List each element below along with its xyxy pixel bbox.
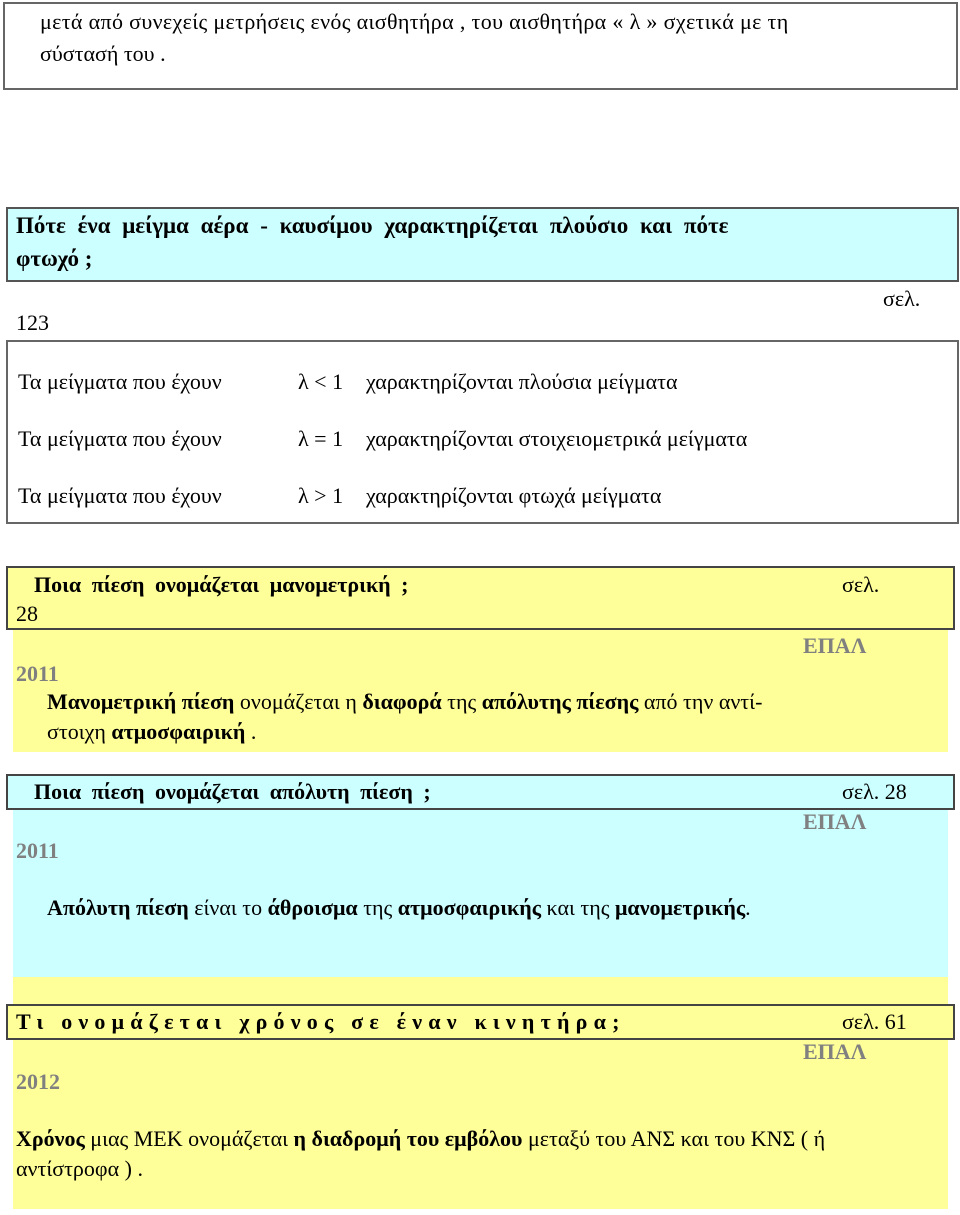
lambda-row-prefix: Τα μείγματα που έχουν: [18, 369, 222, 394]
question-rich-lean-line-2: φτωχό ;: [16, 246, 93, 271]
answer-text: μεταξύ του ΑΝΣ και του ΚΝΣ ( ή: [522, 1126, 826, 1151]
exam-tag-label: ΕΠΑΛ: [803, 1039, 867, 1064]
lambda-row-condition: λ > 1: [298, 483, 344, 508]
answer-term: Μανομετρική πίεση: [47, 689, 235, 714]
lambda-row-suffix: χαρακτηρίζονται φτωχά μείγματα: [366, 483, 662, 508]
answer-term: Απόλυτη πίεση: [47, 895, 189, 920]
page-ref-label: σελ.: [883, 286, 921, 311]
question-gauge-pressure: Ποια πίεση ονομάζεται μανομετρική ;: [34, 572, 409, 597]
page-ref-number: 28: [16, 601, 38, 626]
answer-term: ατμοσφαιρική: [111, 719, 246, 744]
exam-tag-label: ΕΠΑΛ: [803, 633, 867, 658]
lambda-row-prefix: Τα μείγματα που έχουν: [18, 426, 222, 451]
answer-term: ατμοσφαιρικής: [397, 895, 542, 920]
answer-text: από την αντί-: [638, 689, 763, 714]
answer-engine-stroke-line-2: αντίστροφα ) .: [16, 1156, 143, 1181]
lambda-row-prefix: Τα μείγματα που έχουν: [18, 483, 222, 508]
question-engine-stroke: Τι ονομάζεται χρόνος σε έναν κινητήρα;: [16, 1009, 626, 1034]
answer-term: διαφορά: [362, 689, 442, 714]
answer-term: μανομετρικής: [614, 895, 746, 920]
answer-text: μιας ΜΕΚ ονομάζεται: [84, 1126, 294, 1151]
answer-term: Χρόνος: [16, 1126, 85, 1151]
intro-text-line-1: μετά από συνεχείς μετρήσεις ενός αισθητή…: [40, 9, 789, 34]
page-ref: σελ. 61: [842, 1009, 907, 1034]
exam-tag-label: ΕΠΑΛ: [803, 809, 867, 834]
lambda-row-suffix: χαρακτηρίζονται πλούσια μείγματα: [366, 369, 678, 394]
answer-engine-stroke-line-1: Χρόνος μιας ΜΕΚ ονομάζεται η διαδρομή το…: [16, 1125, 825, 1153]
answer-text: και της: [541, 895, 615, 920]
lambda-row-suffix: χαρακτηρίζονται στοιχειομετρικά μείγματα: [366, 426, 748, 451]
intro-text-line-2: σύστασή του .: [40, 41, 166, 66]
exam-tag-year: 2012: [16, 1069, 60, 1094]
answer-text: .: [245, 719, 257, 744]
answer-text: ονομάζεται η: [234, 689, 363, 714]
question-absolute-pressure: Ποια πίεση ονομάζεται απόλυτη πίεση ;: [34, 779, 431, 804]
answer-text: της: [357, 895, 398, 920]
exam-tag-year: 2011: [16, 661, 59, 686]
answer-text: είναι το: [188, 895, 268, 920]
question-rich-lean-line-1: Πότε ένα μείγμα αέρα - καυσίμου χαρακτηρ…: [16, 213, 729, 238]
exam-tag-year: 2011: [16, 838, 59, 863]
page-ref: σελ. 28: [842, 779, 907, 804]
lambda-row-condition: λ < 1: [298, 369, 344, 394]
answer-gauge-pressure-line-1: Μανομετρική πίεση ονομάζεται η διαφορά τ…: [47, 688, 762, 716]
answer-text: .: [745, 895, 751, 920]
answer-term: η διαδρομή του εμβόλου: [293, 1126, 523, 1151]
answer-term: απόλυτης πίεσης: [481, 689, 639, 714]
answer-term: άθροισμα: [267, 895, 358, 920]
lambda-row-condition: λ = 1: [298, 426, 344, 451]
answer-absolute-pressure: Απόλυτη πίεση είναι το άθροισμα της ατμο…: [47, 894, 751, 922]
page-ref-number: 123: [16, 310, 49, 335]
answer-text: στοιχη: [47, 719, 112, 744]
answer-text: της: [441, 689, 482, 714]
answer-gauge-pressure-line-2: στοιχη ατμοσφαιρική .: [47, 718, 256, 746]
page-ref-label: σελ.: [842, 572, 880, 597]
